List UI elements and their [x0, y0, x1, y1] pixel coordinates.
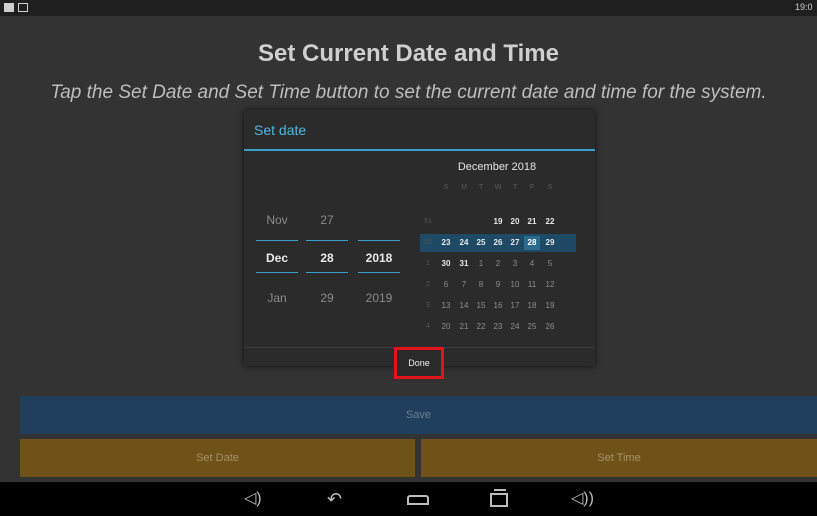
week-number: 1: [426, 260, 430, 267]
set-time-button[interactable]: Set Time: [421, 439, 817, 477]
year-current[interactable]: 2018: [358, 251, 400, 265]
calendar-day[interactable]: 22: [473, 320, 489, 334]
dialog-title-divider: [244, 149, 595, 151]
month-current[interactable]: Dec: [256, 251, 298, 265]
calendar-day[interactable]: 27: [507, 236, 523, 250]
set-date-dialog: Set date Nov Dec Jan 27 28 29 2018 2019 …: [244, 110, 595, 366]
week-number: 2: [426, 281, 430, 288]
month-next[interactable]: Jan: [256, 291, 298, 305]
done-button[interactable]: Done: [394, 347, 444, 379]
year-divider-bottom: [358, 272, 400, 273]
calendar-day[interactable]: 10: [507, 278, 523, 292]
calendar-day[interactable]: 19: [490, 215, 506, 229]
image-icon: [18, 3, 28, 12]
weekday-label: F: [529, 184, 535, 191]
calendar-day[interactable]: 6: [438, 278, 454, 292]
calendar-day[interactable]: 26: [542, 320, 558, 334]
calendar-day[interactable]: 20: [507, 215, 523, 229]
calendar-day[interactable]: 25: [524, 320, 540, 334]
status-bar: 19:0: [0, 0, 817, 16]
calendar-day[interactable]: 7: [456, 278, 472, 292]
page-subtitle: Tap the Set Date and Set Time button to …: [50, 82, 767, 103]
week-number: 52: [424, 239, 432, 246]
calendar-day[interactable]: 21: [524, 215, 540, 229]
dialog-title: Set date: [254, 122, 307, 138]
calendar-day[interactable]: 5: [542, 257, 558, 271]
status-time: 19:0: [795, 2, 813, 12]
calendar-day[interactable]: 8: [473, 278, 489, 292]
recent-apps-icon[interactable]: [490, 489, 508, 507]
back-icon[interactable]: ↶: [327, 490, 342, 508]
week-number: 3: [426, 302, 430, 309]
calendar-day[interactable]: 29: [542, 236, 558, 250]
calendar-day[interactable]: 2: [490, 257, 506, 271]
month-prev[interactable]: Nov: [256, 213, 298, 227]
day-current[interactable]: 28: [306, 251, 348, 265]
calendar-day-selected[interactable]: 28: [524, 236, 540, 250]
year-next[interactable]: 2019: [358, 291, 400, 305]
weekday-label: S: [443, 184, 449, 191]
week-number: 4: [426, 323, 430, 330]
weekday-label: T: [478, 184, 484, 191]
weekday-label: M: [461, 184, 467, 191]
weekday-label: S: [547, 184, 553, 191]
calendar-day[interactable]: 16: [490, 299, 506, 313]
notification-icon: [4, 3, 14, 12]
calendar-day[interactable]: 23: [438, 236, 454, 250]
navigation-bar: ◁) ↶ ◁)): [0, 482, 817, 516]
weekday-label: T: [512, 184, 518, 191]
calendar-day[interactable]: 20: [438, 320, 454, 334]
calendar-day[interactable]: 19: [542, 299, 558, 313]
calendar-day[interactable]: 31: [456, 257, 472, 271]
calendar-day[interactable]: 9: [490, 278, 506, 292]
calendar-day[interactable]: 23: [490, 320, 506, 334]
year-divider-top: [358, 240, 400, 241]
day-divider-bottom: [306, 272, 348, 273]
month-divider-bottom: [256, 272, 298, 273]
day-next[interactable]: 29: [306, 291, 348, 305]
calendar-day[interactable]: 25: [473, 236, 489, 250]
calendar-day[interactable]: 15: [473, 299, 489, 313]
calendar-day[interactable]: 21: [456, 320, 472, 334]
month-divider-top: [256, 240, 298, 241]
day-divider-top: [306, 240, 348, 241]
calendar-day[interactable]: 26: [490, 236, 506, 250]
calendar-day[interactable]: 1: [473, 257, 489, 271]
calendar-day[interactable]: 30: [438, 257, 454, 271]
calendar-day[interactable]: 11: [524, 278, 540, 292]
calendar-day[interactable]: 12: [542, 278, 558, 292]
calendar-month-label: December 2018: [457, 161, 537, 173]
volume-up-icon[interactable]: ◁)): [571, 490, 594, 508]
calendar-day[interactable]: 3: [507, 257, 523, 271]
weekday-label: W: [494, 184, 502, 191]
calendar-day[interactable]: 4: [524, 257, 540, 271]
save-button[interactable]: Save: [20, 396, 817, 434]
calendar-day[interactable]: 18: [524, 299, 540, 313]
day-prev[interactable]: 27: [306, 213, 348, 227]
week-number: 51: [424, 218, 432, 225]
calendar-day[interactable]: 17: [507, 299, 523, 313]
set-date-button[interactable]: Set Date: [20, 439, 415, 477]
calendar-day[interactable]: 24: [456, 236, 472, 250]
calendar-day[interactable]: 13: [438, 299, 454, 313]
page-title: Set Current Date and Time: [258, 40, 559, 67]
home-icon[interactable]: [407, 495, 429, 505]
calendar-day[interactable]: 22: [542, 215, 558, 229]
calendar-day[interactable]: 14: [456, 299, 472, 313]
volume-down-icon[interactable]: ◁): [244, 490, 262, 508]
calendar-day[interactable]: 24: [507, 320, 523, 334]
